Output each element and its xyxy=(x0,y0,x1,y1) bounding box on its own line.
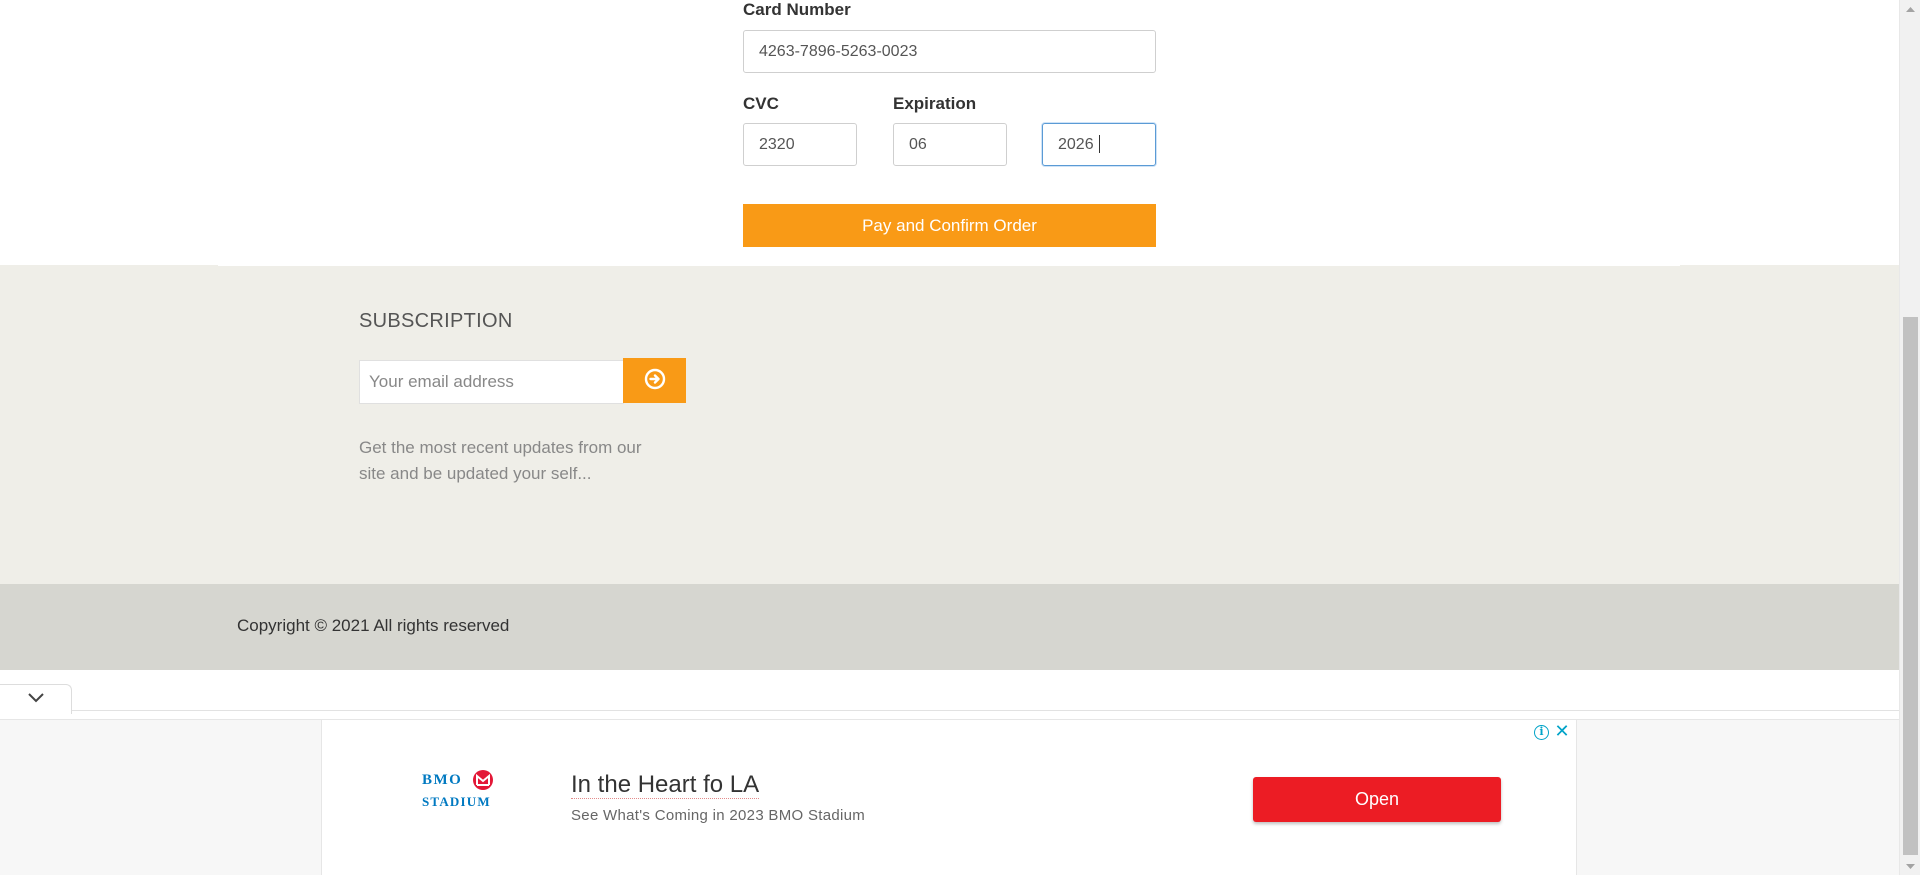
expiration-month-input[interactable] xyxy=(893,123,1007,166)
section-divider xyxy=(218,265,1680,266)
card-number-label: Card Number xyxy=(743,0,851,19)
ad-banner-area: i ✕ BMO STADIUM In the Heart fo LA See W… xyxy=(0,719,1899,875)
ad-subline: See What's Coming in 2023 BMO Stadium xyxy=(571,807,866,824)
info-icon[interactable]: i xyxy=(1534,725,1549,740)
logo-text-bmo: BMO xyxy=(422,772,463,788)
arrow-circle-right-icon xyxy=(644,368,666,393)
cvc-label: CVC xyxy=(743,94,779,113)
subscription-title: SUBSCRIPTION xyxy=(359,310,513,332)
copyright-text: Copyright © 2021 All rights reserved xyxy=(237,616,510,635)
page-viewport: Card Number CVC Expiration Pay and Confi… xyxy=(0,0,1899,875)
pay-and-confirm-button[interactable]: Pay and Confirm Order xyxy=(743,204,1156,247)
ad-banner[interactable]: i ✕ BMO STADIUM In the Heart fo LA See W… xyxy=(321,720,1577,875)
subscription-description: Get the most recent updates from our sit… xyxy=(359,438,642,483)
scroll-up-arrow-icon[interactable] xyxy=(1900,0,1920,17)
chevron-down-icon xyxy=(27,691,45,709)
subscription-section: SUBSCRIPTION Get the most recent updates… xyxy=(0,265,1899,584)
ad-collapse-tab[interactable] xyxy=(0,684,72,714)
cvc-input[interactable] xyxy=(743,123,857,166)
subscription-email-input[interactable] xyxy=(359,360,624,404)
vertical-scrollbar[interactable] xyxy=(1899,0,1920,875)
expiration-label: Expiration xyxy=(893,94,977,113)
scroll-down-arrow-icon[interactable] xyxy=(1900,858,1920,875)
subscribe-button[interactable] xyxy=(623,358,686,403)
card-number-input[interactable] xyxy=(743,30,1156,73)
ad-divider xyxy=(72,710,1899,711)
scrollbar-thumb[interactable] xyxy=(1903,317,1918,855)
copyright-bar: Copyright © 2021 All rights reserved xyxy=(0,584,1899,670)
close-icon[interactable]: ✕ xyxy=(1554,722,1570,740)
logo-text-stadium: STADIUM xyxy=(422,794,491,809)
bmo-roundel-icon xyxy=(473,770,493,790)
ad-headline[interactable]: In the Heart fo LA xyxy=(571,772,760,799)
ad-open-button[interactable]: Open xyxy=(1253,777,1501,822)
bmo-stadium-logo: BMO STADIUM xyxy=(422,770,502,814)
text-caret xyxy=(1099,135,1100,153)
